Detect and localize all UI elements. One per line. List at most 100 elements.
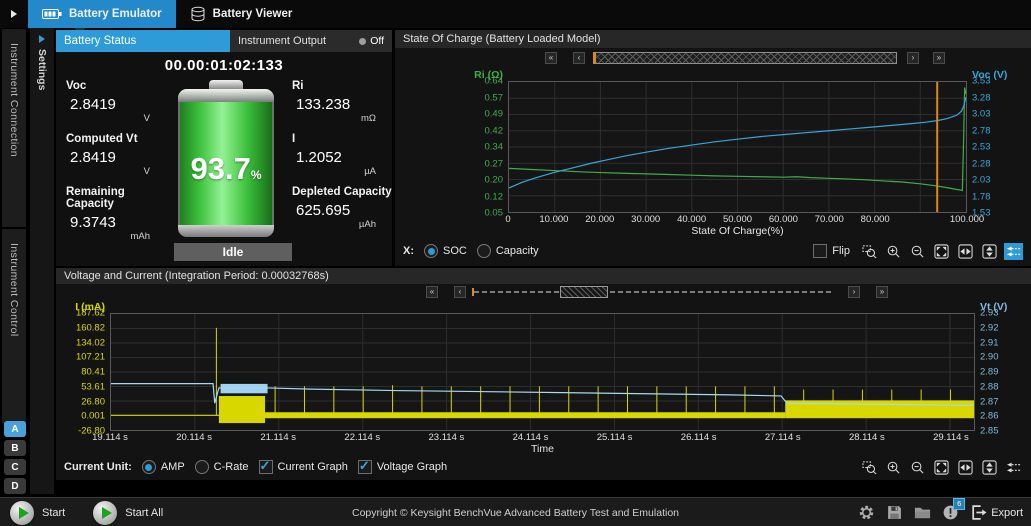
- metric-ri: Ri 133.238 mΩ: [292, 80, 392, 124]
- axis-tick: 20.000: [585, 214, 614, 225]
- channel-selector: A B C D: [4, 421, 26, 494]
- error-log-button[interactable]: 6: [942, 504, 959, 521]
- battery-gauge: 93.7% Idle: [174, 80, 278, 261]
- autoscale-x-icon[interactable]: [1004, 459, 1023, 476]
- scroll-thumb[interactable]: [593, 52, 897, 64]
- battery-status-button[interactable]: Battery Status: [56, 30, 230, 52]
- axis-tick: 0.27: [485, 158, 504, 169]
- scroll-left-button[interactable]: ‹: [454, 286, 466, 298]
- axis-tick: 19.114 s: [92, 432, 128, 443]
- scroll-left-button[interactable]: ‹: [573, 52, 585, 64]
- axis-tick: 3.28: [972, 92, 991, 103]
- battery-fill: 93.7%: [178, 89, 274, 237]
- axis-tick: 80.000: [861, 214, 890, 225]
- axis-tick: 2.03: [972, 175, 991, 186]
- capacity-radio[interactable]: Capacity: [477, 244, 539, 258]
- vc-plot-area[interactable]: [110, 313, 975, 431]
- c-rate-radio[interactable]: C-Rate: [195, 460, 249, 474]
- axis-tick: 2.88: [980, 381, 999, 392]
- channel-button-d[interactable]: D: [4, 478, 26, 494]
- axis-tick: 3.53: [972, 76, 991, 87]
- start-button[interactable]: Start: [10, 501, 65, 525]
- error-count-badge: 6: [953, 498, 965, 510]
- vc-right-axis-ticks: 2.932.922.912.902.892.882.872.862.85: [975, 313, 1031, 431]
- fit-horizontal-icon[interactable]: [956, 459, 975, 476]
- axis-tick: 160.82: [76, 322, 105, 333]
- soc-radio[interactable]: SOC: [424, 244, 467, 258]
- axis-tick: 0.64: [485, 76, 504, 87]
- box-zoom-icon[interactable]: [860, 459, 879, 476]
- channel-button-b[interactable]: B: [4, 440, 26, 456]
- fit-all-icon[interactable]: [932, 459, 951, 476]
- fit-horizontal-icon[interactable]: [956, 243, 975, 260]
- checkbox-checked-icon: [358, 460, 372, 474]
- scroll-far-right-button[interactable]: »: [933, 52, 945, 64]
- scroll-track[interactable]: [474, 291, 834, 293]
- checkbox-checked-icon: [259, 460, 273, 474]
- axis-tick: 0.12: [485, 191, 504, 202]
- flip-checkbox[interactable]: Flip: [813, 244, 850, 258]
- scroll-far-left-button[interactable]: «: [545, 52, 557, 64]
- fit-all-icon[interactable]: [932, 243, 951, 260]
- current-graph-checkbox[interactable]: Current Graph: [259, 460, 348, 474]
- output-toggle[interactable]: Off: [359, 35, 384, 47]
- fit-vertical-icon[interactable]: [980, 243, 999, 260]
- axis-tick: 0.49: [485, 109, 504, 120]
- channel-button-a[interactable]: A: [4, 421, 26, 437]
- zoom-out-icon[interactable]: [908, 459, 927, 476]
- export-button[interactable]: Export: [970, 504, 1023, 521]
- tab-battery-emulator[interactable]: Battery Emulator: [28, 0, 176, 28]
- radio-icon: [195, 460, 209, 474]
- scroll-thumb[interactable]: [560, 286, 608, 298]
- scroll-far-right-button[interactable]: »: [876, 286, 888, 298]
- zoom-in-icon[interactable]: [884, 459, 903, 476]
- play-icon: [93, 501, 117, 525]
- open-folder-button[interactable]: [914, 504, 931, 521]
- zoom-out-icon[interactable]: [908, 243, 927, 260]
- scroll-far-left-button[interactable]: «: [426, 286, 438, 298]
- axis-tick: 50.000: [723, 214, 752, 225]
- axis-tick: 26.80: [81, 396, 105, 407]
- run-state-button[interactable]: Idle: [174, 243, 292, 261]
- amp-radio[interactable]: AMP: [142, 460, 185, 474]
- soc-chart-scrollbar: « ‹ › »: [395, 48, 1031, 68]
- app-window: Battery Emulator Battery Viewer Instrume…: [0, 0, 1031, 526]
- vc-zoom-toolbar: [860, 459, 1023, 476]
- axis-tick: 80.41: [81, 367, 105, 378]
- axis-tick: 2.91: [980, 337, 999, 348]
- tab-settings[interactable]: Settings: [36, 49, 48, 90]
- save-button[interactable]: [886, 504, 903, 521]
- axis-tick: 0.001: [81, 411, 105, 422]
- vc-x-axis-ticks: 19.114 s20.114 s21.114 s22.114 s23.114 s…: [110, 431, 975, 443]
- settings-gear-button[interactable]: [858, 504, 875, 521]
- vc-chart-title: Voltage and Current (Integration Period:…: [56, 268, 1031, 284]
- channel-button-c[interactable]: C: [4, 459, 26, 475]
- soc-chart-panel: State Of Charge (Battery Loaded Model) «…: [395, 30, 1031, 266]
- voltage-graph-checkbox[interactable]: Voltage Graph: [358, 460, 447, 474]
- scroll-right-button[interactable]: ›: [848, 286, 860, 298]
- fit-vertical-icon[interactable]: [980, 459, 999, 476]
- vc-chart-panel: Voltage and Current (Integration Period:…: [56, 268, 1031, 480]
- play-icon: [10, 501, 34, 525]
- sidebar-expand-button[interactable]: [0, 0, 28, 28]
- axis-tick: 0.34: [485, 142, 504, 153]
- axis-tick: 20.114 s: [176, 432, 212, 443]
- settings-expand-icon[interactable]: [39, 35, 45, 43]
- axis-tick: 27.114 s: [765, 432, 801, 443]
- sidebar-item-instrument-connection[interactable]: Instrument Connection: [2, 29, 26, 227]
- current-unit-label: Current Unit:: [64, 461, 132, 473]
- sidebar-item-instrument-control[interactable]: Instrument Control: [2, 229, 26, 423]
- x-axis-mode-label: X:: [403, 245, 414, 257]
- axis-tick: 26.114 s: [681, 432, 717, 443]
- soc-plot-area[interactable]: [508, 81, 967, 213]
- axis-tick: 134.02: [76, 337, 105, 348]
- axis-tick: 2.53: [972, 142, 991, 153]
- box-zoom-icon[interactable]: [860, 243, 879, 260]
- scroll-right-button[interactable]: ›: [907, 52, 919, 64]
- tab-battery-viewer[interactable]: Battery Viewer: [176, 0, 307, 28]
- zoom-in-icon[interactable]: [884, 243, 903, 260]
- start-all-button[interactable]: Start All: [93, 501, 163, 525]
- soc-percent: 93.7%: [178, 151, 274, 187]
- axis-tick: 2.92: [980, 322, 999, 333]
- autoscale-x-icon[interactable]: [1004, 243, 1023, 260]
